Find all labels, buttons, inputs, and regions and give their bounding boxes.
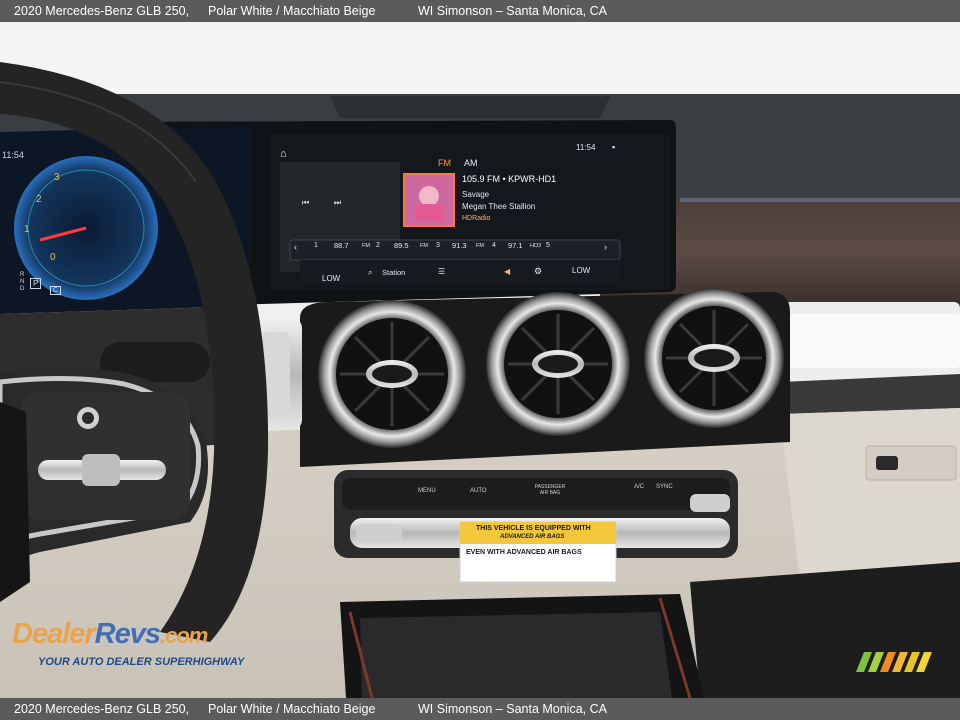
climate-sync-button[interactable]: SYNC <box>656 484 673 490</box>
airbag-label-line1: THIS VEHICLE IS EQUIPPED WITH <box>476 525 591 532</box>
fan-right-level: LOW <box>572 266 591 275</box>
preset-1-number: 1 <box>314 242 318 249</box>
caption-vehicle-bottom: 2020 Mercedes-Benz GLB 250, <box>14 702 190 716</box>
screen-clock: 11:54 <box>576 143 596 152</box>
preset-next-icon[interactable]: › <box>604 242 607 252</box>
vent-right <box>644 288 784 428</box>
caption-bar-top: 2020 Mercedes-Benz GLB 250, Polar White … <box>0 0 960 22</box>
preset-1-band: FM <box>362 243 370 249</box>
next-track-icon[interactable]: ⏭ <box>334 198 341 208</box>
caption-dealer-bottom: WI Simonson – Santa Monica, CA <box>418 702 607 716</box>
caption-vehicle: 2020 Mercedes-Benz GLB 250, <box>14 4 190 18</box>
preset-2-freq[interactable]: 89.5 <box>394 241 409 250</box>
gauge-label-3: 3 <box>54 172 60 183</box>
hd-radio-logo: HDRadio <box>462 215 491 222</box>
station-button[interactable]: Station <box>382 268 405 277</box>
gear-c-indicator: C <box>50 286 62 295</box>
settings-icon[interactable]: ⚙ <box>534 266 542 277</box>
preset-3-band: FM <box>476 243 484 249</box>
dealerrevs-tagline: YOUR AUTO DEALER SUPERHIGHWAY <box>38 656 245 668</box>
cluster-clock: 11:54 <box>2 150 24 160</box>
caption-dealer: WI Simonson – Santa Monica, CA <box>418 4 607 18</box>
gear-park-indicator: P <box>30 278 42 289</box>
preset-2-number: 2 <box>376 242 380 249</box>
track-title: Savage <box>462 190 490 199</box>
home-icon[interactable]: ⌂ <box>280 148 287 160</box>
vent-center <box>486 292 630 436</box>
dashboard-illustration <box>0 22 960 698</box>
preset-3-number: 3 <box>436 242 440 249</box>
preset-prev-icon[interactable]: ‹ <box>294 242 297 252</box>
airbag-label-line3: EVEN WITH ADVANCED AIR BAGS <box>466 549 582 556</box>
gear-selector: R N D <box>20 272 25 292</box>
preset-5-number: 5 <box>546 242 550 249</box>
message-icon[interactable]: ▪ <box>612 142 615 152</box>
band-fm-tab[interactable]: FM <box>438 158 451 168</box>
caption-colors: Polar White / Macchiato Beige <box>208 4 376 18</box>
search-icon[interactable]: ⌕ <box>368 268 372 278</box>
band-am-tab[interactable]: AM <box>464 158 478 168</box>
fan-left-level: LOW <box>322 274 341 283</box>
caption-bar-bottom: 2020 Mercedes-Benz GLB 250, Polar White … <box>0 698 960 720</box>
volume-icon[interactable]: ◀ <box>504 267 510 276</box>
climate-auto-button[interactable]: AUTO <box>470 488 487 494</box>
climate-menu-button[interactable]: MENU <box>418 488 436 494</box>
dealerrevs-logo: DealerRevs.com <box>12 618 208 650</box>
track-artist: Megan Thee Stallion <box>462 202 536 211</box>
preset-4-number: 4 <box>492 242 496 249</box>
vent-left <box>318 300 466 448</box>
climate-ac-button[interactable]: A/C <box>634 484 644 490</box>
airbag-label-line2: ADVANCED AIR BAGS <box>500 534 565 540</box>
dashboard-photo: 11:54 3 2 1 0 R N D P C ⌂ 11:54 ▪ FM AM … <box>0 22 960 698</box>
preset-3-freq[interactable]: 91.3 <box>452 241 467 250</box>
station-line: 105.9 FM • KPWR-HD1 <box>462 174 557 184</box>
previous-track-icon[interactable]: ⏮ <box>302 198 309 208</box>
gauge-label-1: 1 <box>24 224 30 235</box>
gauge-label-0: 0 <box>50 252 56 263</box>
preset-4-band: HD3 <box>530 243 542 249</box>
preset-1-freq[interactable]: 88.7 <box>334 241 349 250</box>
list-icon[interactable]: ☰ <box>438 267 445 276</box>
preset-2-band: FM <box>420 243 428 249</box>
passenger-airbag-indicator: PASSENGER AIR BAG <box>534 484 566 496</box>
gauge-label-2: 2 <box>36 194 42 205</box>
preset-4-freq[interactable]: 97.1 <box>508 241 523 250</box>
caption-colors-bottom: Polar White / Macchiato Beige <box>208 702 376 716</box>
dealerrevs-stripes-logo <box>856 652 932 672</box>
